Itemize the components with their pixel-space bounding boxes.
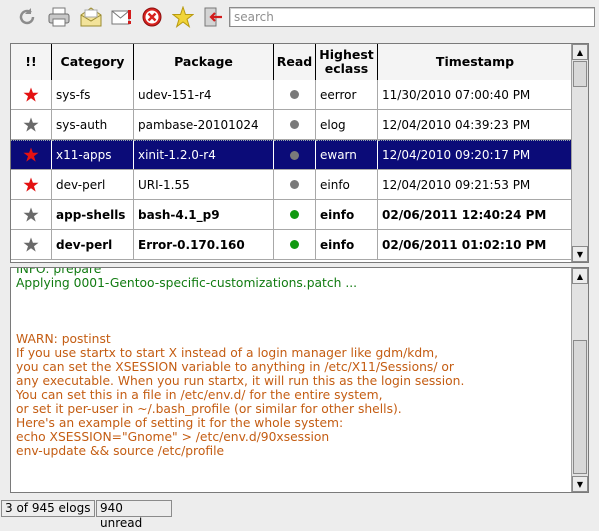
read-cell	[274, 80, 316, 109]
category-cell: dev-perl	[52, 230, 134, 259]
log-line: WARN: postinst	[16, 332, 111, 346]
read-cell	[274, 230, 316, 259]
importance-cell	[11, 230, 52, 259]
read-status-dot-icon	[290, 120, 299, 129]
table-scrollbar[interactable]: ▲ ▼	[571, 44, 588, 262]
star-icon	[23, 147, 39, 162]
cancel-icon[interactable]	[139, 4, 165, 30]
read-status-dot-icon	[290, 180, 299, 189]
category-cell: sys-auth	[52, 110, 134, 139]
scroll-down-arrow-icon[interactable]: ▼	[572, 246, 588, 262]
scrollbar-thumb[interactable]	[573, 61, 587, 87]
star-icon	[23, 117, 39, 132]
mail-open-icon[interactable]	[78, 4, 104, 30]
star-icon[interactable]	[170, 4, 196, 30]
star-icon	[23, 177, 39, 192]
elog-count: 3 of 945 elogs	[1, 500, 95, 517]
package-cell: udev-151-r4	[134, 80, 274, 109]
search-input[interactable]	[229, 7, 595, 27]
timestamp-cell: 12/04/2010 04:39:23 PM	[382, 117, 531, 132]
column-header-read[interactable]: Read	[274, 44, 316, 80]
scroll-up-arrow-icon[interactable]: ▲	[572, 44, 588, 60]
scroll-up-arrow-icon[interactable]: ▲	[572, 268, 588, 284]
read-status-dot-icon	[290, 90, 299, 99]
log-text: INFO: prepare Applying 0001-Gentoo-specif…	[16, 267, 568, 458]
table-header: !! Category Package Read Highest eclass …	[11, 44, 572, 80]
table-row[interactable]: app-shells bash-4.1_p9 einfo 02/06/2011 12:…	[11, 200, 572, 230]
timestamp-cell: 12/04/2010 09:20:17 PM	[378, 140, 572, 169]
importance-cell	[11, 110, 52, 139]
elog-table: !! Category Package Read Highest eclass …	[10, 43, 589, 263]
category-cell: app-shells	[52, 200, 134, 229]
column-header-highest-eclass[interactable]: Highest eclass	[316, 44, 378, 80]
package-cell: pambase-20101024	[134, 110, 274, 139]
importance-cell	[11, 140, 52, 169]
log-line: You can set this in a file in /etc/env.d…	[16, 388, 383, 402]
log-line: If you use startx to start X instead of …	[16, 346, 439, 360]
refresh-icon[interactable]	[14, 4, 40, 30]
table-row[interactable]: x11-apps xinit-1.2.0-r4 ewarn 12/04/2010 09…	[11, 140, 572, 170]
timestamp-cell: 11/30/2010 07:00:40 PM	[382, 87, 531, 102]
timestamp-cell: 02/06/2011 01:02:10 PM	[382, 237, 547, 252]
category-cell: sys-fs	[52, 80, 134, 109]
scrollbar-thumb[interactable]	[573, 340, 587, 474]
table-row[interactable]: sys-fs udev-151-r4 eerror 11/30/2010 07:00:…	[11, 80, 572, 110]
log-line: Applying 0001-Gentoo-specific-customizat…	[16, 276, 358, 290]
package-cell: bash-4.1_p9	[134, 200, 274, 229]
timestamp-cell: 02/06/2011 12:40:24 PM	[382, 207, 547, 222]
unread-count: 940 unread	[96, 500, 172, 530]
timestamp-cell: 12/04/2010 09:21:53 PM	[382, 177, 531, 192]
log-line: Here's an example of setting it for the …	[16, 416, 344, 430]
log-line: echo XSESSION="Gnome" > /etc/env.d/90xse…	[16, 430, 330, 444]
toolbar	[0, 0, 599, 34]
column-header-timestamp[interactable]: Timestamp	[378, 44, 572, 80]
read-cell	[274, 140, 316, 169]
package-cell: xinit-1.2.0-r4	[134, 140, 274, 169]
package-cell: Error-0.170.160	[134, 230, 274, 259]
star-icon	[23, 207, 39, 222]
eclass-cell: elog	[316, 110, 378, 139]
read-status-dot-icon	[290, 210, 299, 219]
log-scrollbar[interactable]: ▲ ▼	[571, 268, 588, 492]
read-cell	[274, 170, 316, 199]
read-cell	[274, 200, 316, 229]
importance-cell	[11, 200, 52, 229]
scroll-down-arrow-icon[interactable]: ▼	[572, 476, 588, 492]
eclass-cell: einfo	[316, 170, 378, 199]
eclass-cell: einfo	[316, 200, 378, 229]
column-header-package[interactable]: Package	[134, 44, 274, 80]
category-cell: dev-perl	[52, 170, 134, 199]
star-icon	[23, 87, 39, 102]
log-line: INFO: prepare	[16, 267, 102, 276]
column-header-category[interactable]: Category	[52, 44, 134, 80]
table-row[interactable]: dev-perl URI-1.55 einfo 12/04/2010 09:21:53…	[11, 170, 572, 200]
read-cell	[274, 110, 316, 139]
log-line: you can set the XSESSION variable to any…	[16, 360, 454, 374]
read-status-dot-icon	[290, 150, 299, 160]
read-status-dot-icon	[290, 240, 299, 249]
exit-icon[interactable]	[200, 4, 226, 30]
importance-cell	[11, 170, 52, 199]
star-icon	[23, 237, 39, 252]
log-view[interactable]: INFO: prepare Applying 0001-Gentoo-specif…	[10, 267, 589, 493]
status-bar: 3 of 945 elogs 940 unread	[0, 498, 599, 530]
log-line: or set it per-user in ~/.bash_profile (o…	[16, 402, 402, 416]
print-icon[interactable]	[46, 4, 72, 30]
mail-icon[interactable]	[109, 4, 135, 30]
category-cell: x11-apps	[52, 140, 134, 169]
table-row[interactable]: sys-auth pambase-20101024 elog 12/04/2010 0…	[11, 110, 572, 140]
eclass-cell: eerror	[316, 80, 378, 109]
table-body: sys-fs udev-151-r4 eerror 11/30/2010 07:00:…	[11, 80, 572, 260]
package-cell: URI-1.55	[134, 170, 274, 199]
log-line: env-update && source /etc/profile	[16, 444, 225, 458]
column-header-importance[interactable]: !!	[11, 44, 52, 80]
table-row[interactable]: dev-perl Error-0.170.160 einfo 02/06/2011 0…	[11, 230, 572, 260]
eclass-cell: ewarn	[316, 140, 378, 169]
importance-cell	[11, 80, 52, 109]
log-line: any executable. When you run startx, it …	[16, 374, 465, 388]
eclass-cell: einfo	[316, 230, 378, 259]
